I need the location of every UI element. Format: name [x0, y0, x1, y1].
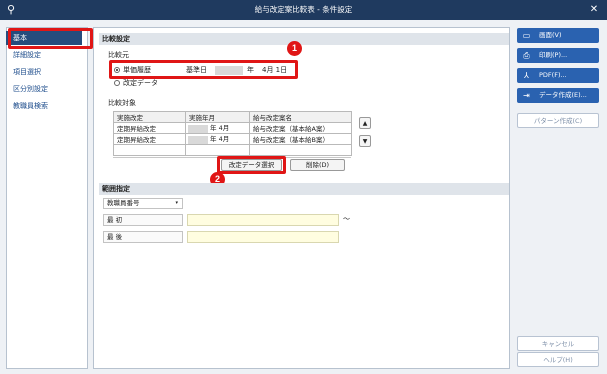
cell-year-month: 年 4月 [185, 133, 250, 145]
revision-data-select-button[interactable]: 改定データ選択 [221, 159, 282, 171]
nav-item-category-settings[interactable]: 区分別設定 [6, 82, 82, 96]
nav-item-detail-settings[interactable]: 詳細設定 [6, 48, 82, 62]
cell-revision [113, 144, 186, 156]
screen-icon: ▭ [522, 31, 531, 40]
cell-year-month [185, 144, 250, 156]
base-date-label: 基準日 [186, 66, 207, 74]
range-field-select-value: 教職員番号 [107, 199, 140, 207]
move-down-button[interactable]: ▼ [359, 135, 371, 147]
print-button-label: 印刷(P)... [539, 51, 568, 59]
pdf-icon: ⅄ [524, 71, 529, 80]
year-redacted [188, 125, 208, 133]
col-header-revision: 実施改定 [113, 111, 186, 123]
export-icon: ⇥ [523, 91, 530, 100]
radio-history[interactable] [114, 67, 120, 73]
print-button[interactable]: ⎙ 印刷(P)... [517, 48, 599, 63]
compare-target-label: 比較対象 [108, 99, 136, 107]
compare-target-table: 実施改定 実施年月 給与改定案名 定期昇給改定 年 4月 給与改定案（基本給A案… [113, 111, 352, 156]
radio-history-label: 単価履歴 [123, 66, 151, 74]
app-search-icon[interactable]: ⚲ [4, 3, 18, 17]
pdf-button[interactable]: ⅄ PDF(F)... [517, 68, 599, 83]
radio-revision-data[interactable] [114, 80, 120, 86]
cell-year-month: 年 4月 [185, 122, 250, 134]
cell-plan-name: 給与改定案（基本給B案） [249, 133, 352, 145]
move-up-button[interactable]: ▲ [359, 117, 371, 129]
printer-icon: ⎙ [523, 51, 530, 60]
table-row[interactable] [113, 144, 352, 156]
cancel-button[interactable]: キャンセル [517, 336, 599, 351]
range-last-input[interactable] [187, 231, 339, 243]
cell-revision: 定期昇給改定 [113, 122, 186, 134]
nav-item-staff-search[interactable]: 教職員検索 [6, 99, 82, 113]
compare-source-label: 比較元 [108, 51, 129, 59]
help-button[interactable]: ヘルプ(H) [517, 352, 599, 367]
pdf-button-label: PDF(F)... [539, 71, 567, 79]
range-field-select[interactable]: 教職員番号 ▾ [103, 198, 183, 209]
pattern-create-button[interactable]: パターン作成(C) [517, 113, 599, 128]
delete-button[interactable]: 削除(D) [290, 159, 345, 171]
screen-button[interactable]: ▭ 画面(V) [517, 28, 599, 43]
table-row[interactable]: 定期昇給改定 年 4月 給与改定案（基本給B案） [113, 133, 352, 145]
base-date-month-day: 4月 1日 [262, 66, 288, 74]
base-date-year-suffix: 年 [247, 66, 254, 74]
window-title: 給与改定案比較表 - 条件設定 [254, 5, 353, 14]
step-badge-1: 1 [287, 41, 302, 56]
nav-highlight-box [8, 28, 93, 49]
section-header-compare: 比較設定 [99, 33, 509, 45]
col-header-plan-name: 給与改定案名 [249, 111, 352, 123]
cell-revision: 定期昇給改定 [113, 133, 186, 145]
col-header-year-month: 実施年月 [185, 111, 250, 123]
data-export-button-label: データ作成(E)... [539, 91, 587, 99]
table-row[interactable]: 定期昇給改定 年 4月 給与改定案（基本給A案） [113, 122, 352, 134]
cell-plan-name [249, 144, 352, 156]
range-tilde: ～ [343, 215, 350, 223]
chevron-down-icon: ▾ [175, 200, 178, 206]
range-first-label: 最 初 [103, 214, 183, 226]
range-last-label: 最 後 [103, 231, 183, 243]
close-icon[interactable]: ✕ [586, 2, 602, 18]
cell-plan-name: 給与改定案（基本給A案） [249, 122, 352, 134]
screen-button-label: 画面(V) [539, 31, 562, 39]
table-header-row: 実施改定 実施年月 給与改定案名 [113, 111, 352, 123]
data-export-button[interactable]: ⇥ データ作成(E)... [517, 88, 599, 103]
section-header-range: 範囲指定 [99, 183, 509, 195]
year-redacted [188, 136, 208, 144]
radio-revision-data-label: 改定データ [123, 79, 158, 87]
nav-item-item-selection[interactable]: 項目選択 [6, 65, 82, 79]
base-date-year-redacted [215, 66, 243, 75]
range-first-input[interactable] [187, 214, 339, 226]
title-bar: 給与改定案比較表 - 条件設定 ⚲ ✕ [0, 0, 607, 20]
